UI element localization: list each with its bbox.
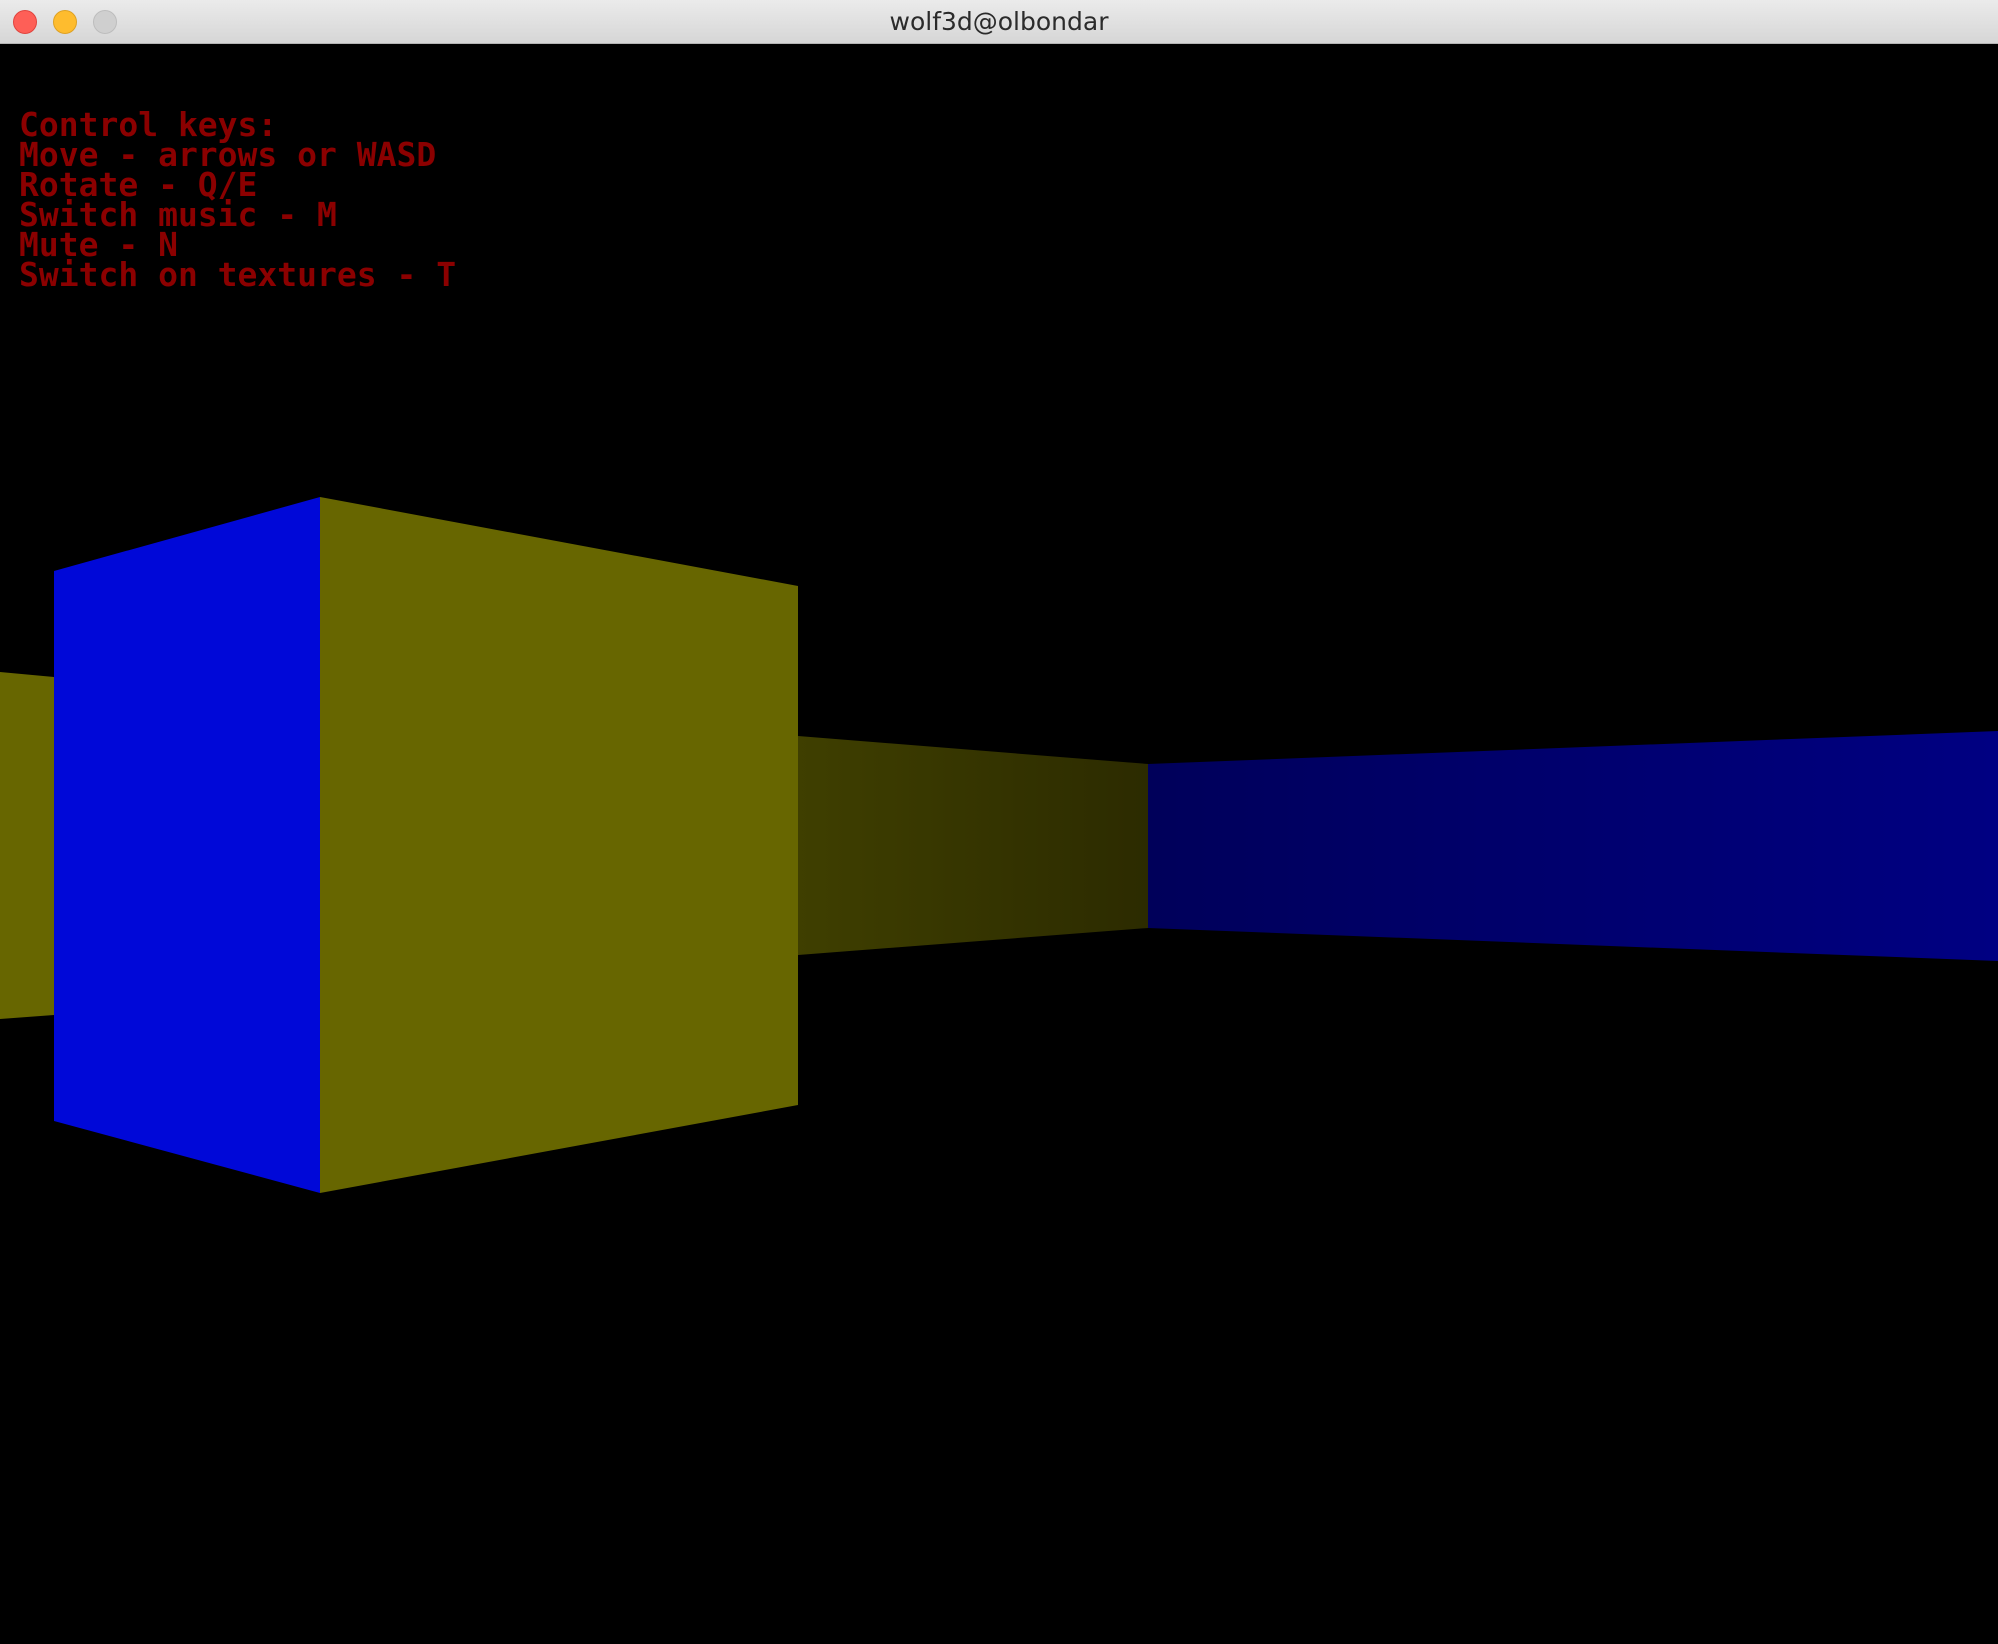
wall-left-edge [0,672,54,1019]
window-title: wolf3d@olbondar [889,7,1109,36]
pillar-olive-face [320,497,798,1193]
game-viewport[interactable]: Control keys: Move - arrows or WASD Rota… [0,44,1998,1644]
wall-far-right [1148,731,1998,961]
title-bar: wolf3d@olbondar [0,0,1998,44]
game-window: wolf3d@olbondar Control keys: Move - arr… [0,0,1998,1644]
control-keys-help: Control keys: Move - arrows or WASD Rota… [19,108,457,294]
pillar-blue-face [54,497,320,1193]
wall-corridor-left [798,736,1148,955]
help-line-textures: Switch on textures - T [19,255,457,294]
